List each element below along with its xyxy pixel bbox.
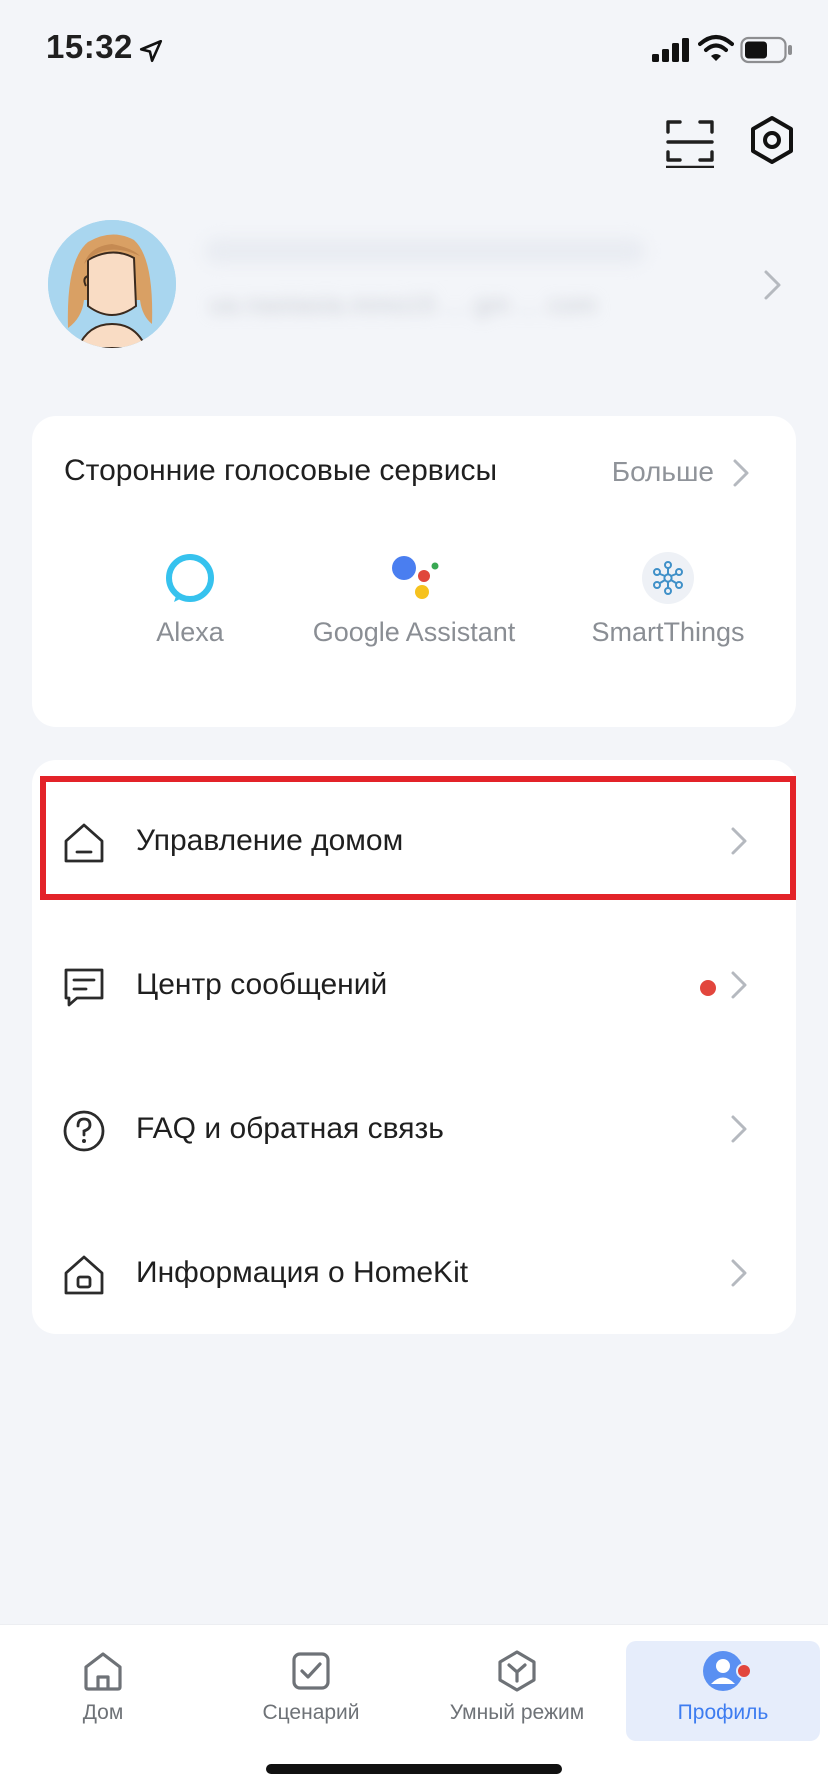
tab-label: Умный режим <box>449 1701 585 1724</box>
menu-item-label: Управление домом <box>136 824 404 857</box>
profile-header[interactable]: ua.nastasia.mmo15 ... gm ... com <box>0 210 828 350</box>
home-indicator <box>266 1764 562 1774</box>
voice-services-card: Сторонние голосовые сервисы Больше Alexa… <box>32 416 796 727</box>
homekit-icon <box>64 1255 104 1295</box>
profile-screen: 15:32 ua.nastasia.mmo15 ... gm ... com С… <box>0 0 828 1792</box>
settings-menu-card: Управление домом Центр сообщений FAQ и о… <box>32 760 796 1334</box>
chevron-right-icon <box>764 270 781 300</box>
service-label: Alexa <box>156 617 224 647</box>
voice-services-more-link[interactable]: Больше <box>612 456 714 488</box>
profile-info-blurred: ua.nastasia.mmo15 ... gm ... com <box>205 230 675 340</box>
location-arrow-icon <box>139 39 163 63</box>
menu-item-faq[interactable]: FAQ и обратная связь <box>32 1066 796 1192</box>
house-icon <box>64 823 104 863</box>
battery-icon <box>740 36 792 64</box>
menu-item-label: FAQ и обратная связь <box>136 1112 444 1145</box>
google-assistant-icon <box>392 556 439 599</box>
tab-scenes[interactable]: Сценарий <box>208 1641 414 1741</box>
chevron-right-icon[interactable] <box>732 458 750 488</box>
tab-label: Дом <box>82 1701 124 1724</box>
tab-label: Сценарий <box>262 1701 360 1724</box>
scenes-tab-icon <box>292 1652 330 1690</box>
cellular-signal-icon <box>652 38 689 62</box>
avatar[interactable] <box>48 220 176 348</box>
chevron-right-icon <box>731 827 747 855</box>
menu-item-label: Центр сообщений <box>136 968 388 1001</box>
chevron-right-icon <box>731 1115 747 1143</box>
alexa-icon <box>166 554 214 602</box>
profile-name-blurred <box>205 238 645 264</box>
menu-item-label: Информация о HomeKit <box>136 1256 469 1289</box>
unread-badge <box>700 980 716 996</box>
service-smartthings[interactable]: SmartThings <box>558 550 778 649</box>
tab-home[interactable]: Дом <box>0 1641 206 1741</box>
smartthings-icon <box>642 552 694 604</box>
status-bar: 15:32 <box>0 0 828 100</box>
service-label: Google Assistant <box>312 617 516 647</box>
avatar-illustration <box>48 220 176 348</box>
tab-label: Профиль <box>677 1701 769 1724</box>
menu-item-message-center[interactable]: Центр сообщений <box>32 922 796 1048</box>
voice-services-title: Сторонние голосовые сервисы <box>64 454 498 487</box>
scan-button[interactable] <box>664 116 716 168</box>
menu-item-homekit-info[interactable]: Информация о HomeKit <box>32 1210 796 1336</box>
service-google-assistant[interactable]: Google Assistant <box>304 550 524 649</box>
chevron-right-icon <box>731 971 747 999</box>
tab-profile[interactable]: Профиль <box>626 1641 820 1741</box>
question-icon <box>63 1110 105 1152</box>
status-time: 15:32 <box>46 28 133 65</box>
message-icon <box>64 968 104 1007</box>
profile-notification-badge <box>736 1663 752 1679</box>
smart-mode-tab-icon <box>498 1650 536 1692</box>
service-label: SmartThings <box>591 617 745 647</box>
settings-gear-icon[interactable] <box>746 114 798 166</box>
menu-item-home-management[interactable]: Управление домом <box>32 778 796 904</box>
chevron-right-icon <box>731 1259 747 1287</box>
service-alexa[interactable]: Alexa <box>80 550 300 649</box>
wifi-icon <box>698 35 734 61</box>
home-tab-icon <box>84 1652 122 1691</box>
tab-smart-mode[interactable]: Умный режим <box>414 1641 620 1741</box>
profile-email-blurred: ua.nastasia.mmo15 ... gm ... com <box>210 292 597 319</box>
